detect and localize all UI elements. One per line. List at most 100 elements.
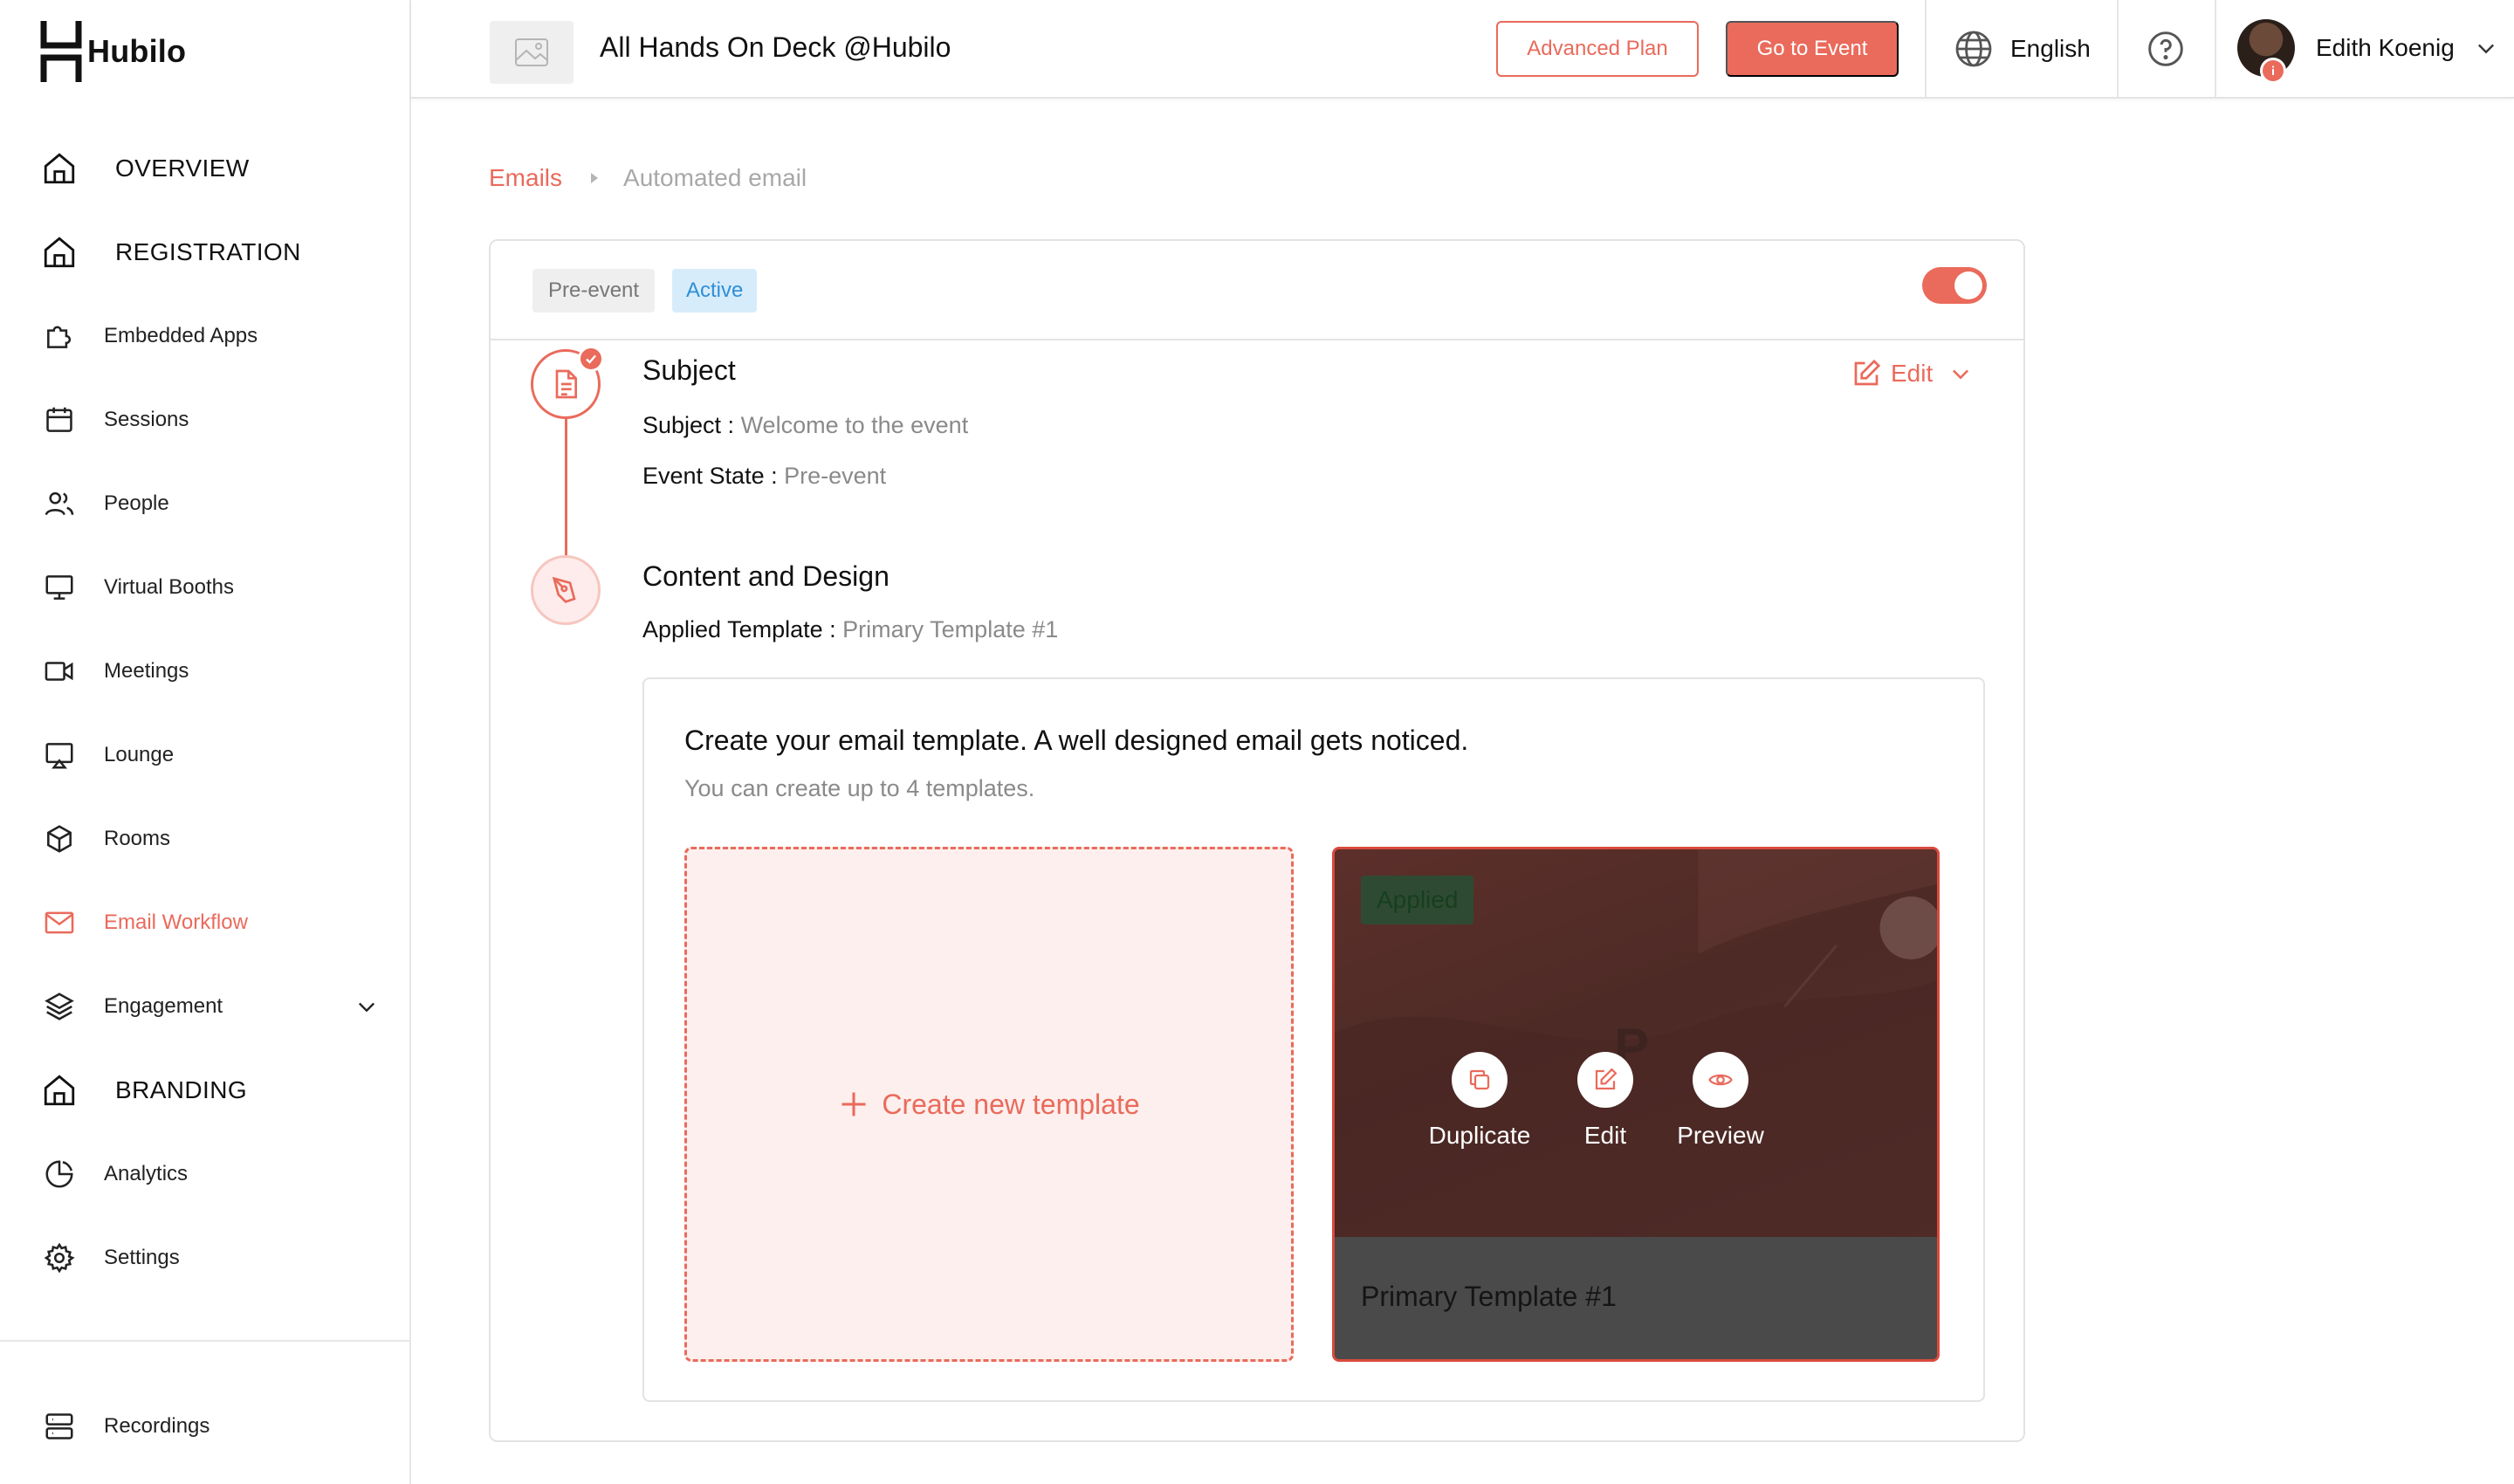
create-template-label: Create new template	[882, 1088, 1140, 1120]
home-icon	[38, 231, 80, 273]
template-box-subheading: You can create up to 4 templates.	[684, 775, 1035, 801]
content-design-section-title: Content and Design	[642, 560, 890, 592]
sidebar-item-label: Email Workflow	[104, 910, 248, 934]
sidebar-divider	[0, 1340, 411, 1342]
user-menu[interactable]: Edith Koenig	[2237, 19, 2498, 84]
sidebar-item-label: Meetings	[104, 659, 189, 683]
step-content-design	[531, 555, 601, 625]
sidebar-item-registration[interactable]: REGISTRATION	[38, 226, 379, 278]
sidebar: Hubilo OVERVIEW REGISTRATION Embedded Ap…	[0, 0, 411, 1484]
globe-icon	[1955, 31, 1992, 67]
gear-icon	[38, 1237, 80, 1279]
applied-badge: Applied	[1361, 876, 1474, 924]
help-icon[interactable]	[2147, 30, 2185, 68]
template-card-footer: Primary Template #1	[1335, 1237, 1937, 1359]
top-header: All Hands On Deck @Hubilo Advanced Plan …	[411, 0, 2514, 99]
sidebar-item-label: Engagement	[104, 994, 223, 1018]
template-box: Create your email template. A well desig…	[642, 677, 1985, 1402]
hubilo-logo-icon	[40, 21, 82, 82]
edit-subject-button[interactable]: Edit	[1851, 358, 1973, 389]
logo-text: Hubilo	[87, 33, 187, 69]
event-state-value: Pre-event	[784, 463, 887, 489]
chevron-down-icon	[1953, 369, 1969, 380]
info-badge-icon	[2260, 58, 2286, 84]
event-state-key: Event State :	[642, 463, 785, 489]
sidebar-item-email-workflow[interactable]: Email Workflow	[38, 897, 379, 949]
cast-icon	[38, 734, 80, 776]
sidebar-item-engagement[interactable]: Engagement	[38, 980, 379, 1033]
edit-icon	[1854, 359, 1881, 386]
video-icon	[38, 650, 80, 692]
edit-template-button[interactable]: Edit	[1544, 1052, 1666, 1150]
template-box-heading: Create your email template. A well desig…	[684, 725, 1469, 756]
sidebar-item-label: REGISTRATION	[115, 238, 301, 265]
automated-email-card: Pre-event Active Subject Edit Subject : …	[489, 239, 2025, 1442]
pie-chart-icon	[38, 1153, 80, 1195]
sidebar-item-branding[interactable]: BRANDING	[38, 1064, 379, 1116]
event-thumbnail[interactable]	[490, 21, 574, 84]
mail-icon	[38, 902, 80, 944]
sidebar-item-label: OVERVIEW	[115, 155, 250, 182]
document-icon	[555, 369, 577, 399]
header-divider	[1925, 0, 1927, 97]
sidebar-item-label: Embedded Apps	[104, 324, 258, 347]
applied-template-field: Applied Template : Primary Template #1	[642, 616, 1058, 643]
card-header: Pre-event Active	[491, 241, 2023, 340]
go-to-event-button[interactable]: Go to Event	[1726, 21, 1899, 77]
duplicate-label: Duplicate	[1428, 1122, 1531, 1149]
sidebar-item-settings[interactable]: Settings	[38, 1232, 379, 1284]
sidebar-item-lounge[interactable]: Lounge	[38, 729, 379, 781]
template-name: Primary Template #1	[1361, 1281, 1617, 1312]
advanced-plan-button[interactable]: Advanced Plan	[1496, 21, 1699, 77]
subject-value: Welcome to the event	[740, 412, 969, 438]
header-divider	[2117, 0, 2119, 97]
email-active-toggle[interactable]	[1922, 267, 1987, 304]
avatar	[2237, 19, 2295, 84]
hubilo-logo[interactable]: Hubilo	[40, 19, 186, 84]
pre-event-tag: Pre-event	[532, 269, 656, 313]
cube-icon	[38, 818, 80, 860]
template-card[interactable]: P Applied Duplicate Edit Preview Primary…	[1332, 847, 1940, 1362]
sidebar-item-rooms[interactable]: Rooms	[38, 813, 379, 865]
preview-template-button[interactable]: Preview	[1659, 1052, 1782, 1150]
chevron-down-icon[interactable]	[354, 994, 379, 1019]
language-label: English	[2010, 35, 2091, 62]
header-divider	[2215, 0, 2216, 97]
event-state-field: Event State : Pre-event	[642, 463, 886, 490]
image-placeholder-icon	[515, 38, 548, 66]
applied-template-key: Applied Template :	[642, 616, 843, 642]
check-icon	[578, 346, 604, 372]
sidebar-item-virtual-booths[interactable]: Virtual Booths	[38, 561, 379, 614]
duplicate-icon	[1452, 1052, 1508, 1108]
edit-label: Edit	[1583, 1122, 1627, 1149]
duplicate-template-button[interactable]: Duplicate	[1418, 1052, 1541, 1150]
subject-key: Subject :	[642, 412, 741, 438]
sidebar-item-label: Virtual Booths	[104, 575, 234, 599]
sidebar-item-meetings[interactable]: Meetings	[38, 645, 379, 697]
layers-icon	[38, 986, 80, 1027]
pen-tool-icon	[552, 576, 576, 603]
sidebar-item-sessions[interactable]: Sessions	[38, 394, 379, 446]
sidebar-item-analytics[interactable]: Analytics	[38, 1148, 379, 1200]
edit-label: Edit	[1891, 360, 1934, 387]
sidebar-item-people[interactable]: People	[38, 477, 379, 530]
sidebar-item-label: Lounge	[104, 743, 175, 766]
people-icon	[38, 483, 80, 525]
create-new-template-button[interactable]: Create new template	[684, 847, 1294, 1362]
subject-field: Subject : Welcome to the event	[642, 412, 968, 439]
sidebar-item-recordings[interactable]: Recordings	[38, 1400, 379, 1453]
sidebar-item-embedded-apps[interactable]: Embedded Apps	[38, 310, 379, 362]
sidebar-item-overview[interactable]: OVERVIEW	[38, 142, 379, 195]
puzzle-icon	[38, 315, 80, 357]
user-name: Edith Koenig	[2316, 34, 2455, 61]
language-selector[interactable]: English	[1953, 28, 2091, 70]
monitor-icon	[38, 567, 80, 608]
breadcrumb-emails-link[interactable]: Emails	[489, 164, 562, 192]
preview-label: Preview	[1677, 1122, 1764, 1149]
sidebar-item-label: Sessions	[104, 408, 189, 431]
home-icon	[38, 148, 80, 189]
home-icon	[38, 1069, 80, 1111]
applied-template-value: Primary Template #1	[842, 616, 1059, 642]
sidebar-item-label: Rooms	[104, 827, 171, 850]
eye-icon	[1693, 1052, 1748, 1108]
